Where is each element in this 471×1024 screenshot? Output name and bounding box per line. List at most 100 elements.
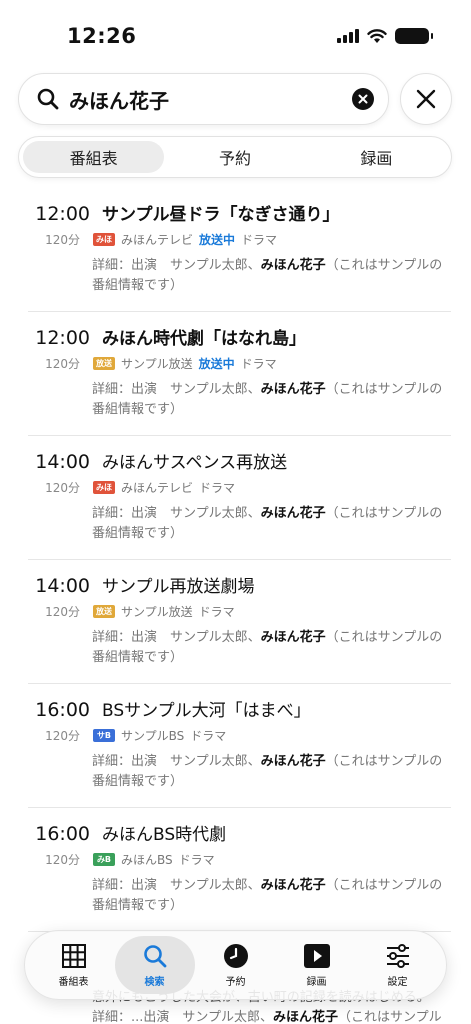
program-title: サンプル再放送劇場 [102,577,255,597]
channel-name: みほんBS [121,852,173,867]
program-meta-row: 120分 放送 サンプル放送 ドラマ [0,600,471,622]
program-header: 16:00 みほんBS時代劇 [0,820,471,846]
program-detail: 詳細：出演 サンプル太郎、みほん花子（これはサンプルの番組情報です） [92,382,443,417]
grid-icon [61,943,86,968]
tab-schedule[interactable]: 番組表 [23,141,165,173]
channel-logo-badge: みほ [93,232,115,246]
program-header: 16:00 BSサンプル大河「はまべ」 [0,696,471,722]
program-meta-row: 120分 みB みほんBS ドラマ [0,848,471,870]
program-genre: ドラマ [190,728,227,743]
channel-logo-badge: 放送 [93,604,115,618]
clear-search-button[interactable] [352,88,374,110]
program-row[interactable]: 14:00 サンプル再放送劇場 120分 放送 サンプル放送 ドラマ 詳細：出演 サンプル太… [0,560,471,684]
cellular-signal-icon [337,29,359,43]
program-meta-row: 120分 サB サンプルBS ドラマ [0,724,471,746]
close-icon [416,89,436,109]
program-meta-row: 120分 みほ みほんテレビ ドラマ [0,476,471,498]
wifi-icon [367,28,387,43]
status-icons [337,28,433,44]
program-duration: 120分 [45,728,80,743]
tabbar-label: 番組表 [58,976,89,988]
program-detail: 詳細：出演 サンプル太郎、みほん花子（これはサンプルの番組情報です） [92,754,443,789]
tabbar-label: 予約 [225,976,246,988]
program-time: 14:00 [35,451,90,473]
program-meta: みB みほんBS ドラマ [93,851,215,868]
highlighted-name: みほん花子 [260,506,326,521]
sliders-icon [386,943,409,968]
channel-name: サンプル放送 [121,604,193,619]
program-detail: 詳細：出演 サンプル太郎、みほん花子（これはサンプルの番組情報です） [92,258,443,293]
highlighted-name: みほん花子 [260,754,326,769]
program-row[interactable]: 16:00 みほんBS時代劇 120分 みB みほんBS ドラマ詳細：出演 サンプル太郎、… [0,808,471,932]
program-meta: 放送 サンプル放送 ドラマ [93,603,235,620]
program-meta-row: 120分 みほ みほんテレビ 放送中 ドラマ [0,228,471,250]
tabbar-item-settings[interactable]: 設定 [358,936,438,994]
channel-name: みほんテレビ [121,232,194,247]
program-meta: 放送 サンプル放送 放送中 ドラマ [93,355,277,372]
program-genre: ドラマ [240,356,277,371]
play-icon [303,943,330,968]
bottom-tab-bar: 番組表 検索 予約 録画 設定 [24,930,447,1000]
program-duration: 120分 [45,480,80,495]
tabbar-label: 設定 [387,976,408,988]
program-time: 12:00 [35,203,90,225]
on-air-label: 放送中 [199,232,236,247]
clock-icon [223,943,248,968]
tabbar-item-schedule[interactable]: 番組表 [34,936,114,994]
program-duration: 120分 [45,232,80,247]
tabbar-item-search[interactable]: 検索 [114,936,195,994]
program-row[interactable]: 16:00 BSサンプル大河「はまべ」 120分 サB サンプルBS ドラマ詳細：出演 サ… [0,684,471,808]
status-bar: 12:26 [0,0,471,70]
program-title: みほんサスペンス再放送 [102,453,288,473]
program-header: 14:00 サンプル再放送劇場 [0,572,471,598]
program-title: BSサンプル大河「はまべ」 [102,701,311,721]
program-time: 16:00 [35,699,90,721]
program-meta: みほ みほんテレビ ドラマ [93,479,235,496]
program-meta: みほ みほんテレビ 放送中 ドラマ [93,231,277,248]
program-header: 12:00 サンプル昼ドラ「なぎさ通り」 [0,200,471,226]
highlighted-name: みほん花子 [260,258,326,273]
status-time: 12:26 [67,24,137,48]
program-meta: サB サンプルBS ドラマ [93,727,226,744]
battery-icon [395,28,433,44]
tabbar-label: 録画 [306,976,327,988]
close-button[interactable] [400,73,452,125]
tab-reservation[interactable]: 予約 [164,141,305,173]
highlighted-name: みほん花子 [260,630,326,645]
program-row[interactable]: 12:00 みほん時代劇「はなれ島」 120分 放送 サンプル放送 放送中 ドラマ 詳細：出演… [0,312,471,436]
program-detail: 詳細：出演 サンプル太郎、みほん花子（これはサンプルの番組情報です） [92,506,443,541]
program-title: みほんBS時代劇 [102,825,227,845]
program-genre: ドラマ [241,232,278,247]
partial-program-cast: 詳細：...出演 サンプル太郎、みほん花子（これはサンプル [92,1010,442,1024]
program-detail: 詳細：出演 サンプル太郎、みほん花子（これはサンプルの番組情報です） [92,630,443,665]
tab-recording[interactable]: 録画 [306,141,447,173]
program-duration: 120分 [45,604,80,619]
program-duration: 120分 [45,852,80,867]
channel-name: サンプルBS [121,728,185,743]
program-genre: ドラマ [199,480,236,495]
program-row[interactable]: 14:00 みほんサスペンス再放送 120分 みほ みほんテレビ ドラマ詳細：出演 サンプ… [0,436,471,560]
channel-name: サンプル放送 [121,356,193,371]
tabbar-item-reservation[interactable]: 予約 [196,936,276,994]
program-row[interactable]: 12:00 サンプル昼ドラ「なぎさ通り」 120分 みほ みほんテレビ 放送中 ドラマ詳細：… [0,188,471,312]
program-detail: 詳細：出演 サンプル太郎、みほん花子（これはサンプルの番組情報です） [92,878,443,913]
tabbar-item-recording[interactable]: 録画 [277,936,357,994]
channel-logo-badge: みB [93,852,115,866]
on-air-label: 放送中 [198,356,235,371]
program-duration: 120分 [45,356,80,371]
channel-name: みほんテレビ [121,480,194,495]
clear-icon [358,94,368,104]
program-list: 12:00 サンプル昼ドラ「なぎさ通り」 120分 みほ みほんテレビ 放送中 ドラマ 詳細：… [0,188,471,932]
highlighted-name: みほん花子 [260,878,326,893]
program-meta-row: 120分 放送 サンプル放送 放送中 ドラマ [0,352,471,374]
program-title: サンプル昼ドラ「なぎさ通り」 [102,205,340,225]
program-time: 16:00 [35,823,90,845]
search-input[interactable]: みほん花子 [69,85,352,114]
program-header: 14:00 みほんサスペンス再放送 [0,448,471,474]
search-field[interactable]: みほん花子 [18,73,389,125]
program-title: みほん時代劇「はなれ島」 [102,329,306,349]
channel-logo-badge: みほ [93,480,115,494]
program-genre: ドラマ [198,604,235,619]
channel-logo-badge: サB [93,728,115,742]
program-genre: ドラマ [178,852,215,867]
